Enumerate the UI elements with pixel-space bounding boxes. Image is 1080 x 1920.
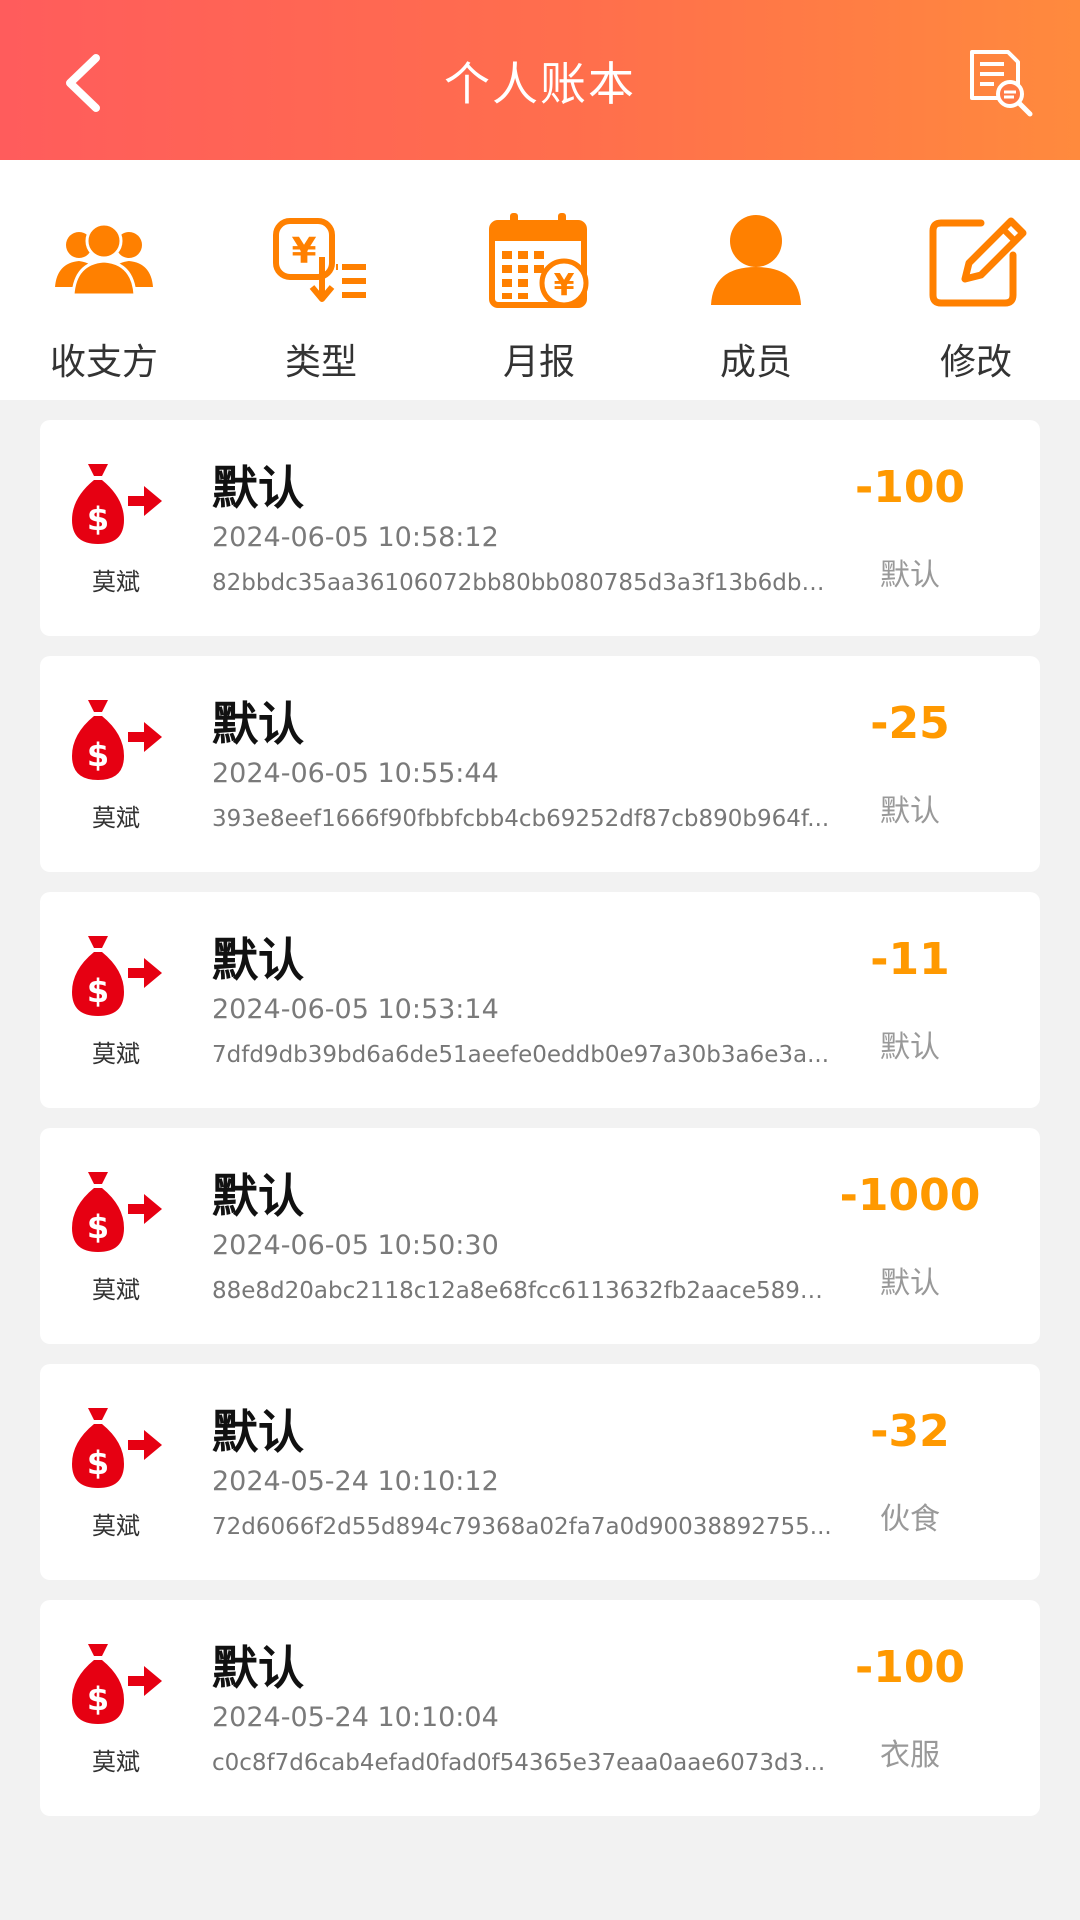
record-title: 默认 [212,461,304,515]
record-time: 2024-06-05 10:53:14 [212,994,499,1025]
record-title: 默认 [212,1405,304,1459]
record-list: $ 莫斌 默认 2024-06-05 10:58:12 82bbdc35aa36… [40,420,1040,1836]
record-hash: 393e8eef1666f90fbbfcbb4cb69252df87cb890b… [212,806,830,832]
record-title: 默认 [212,933,304,987]
record-amount: -32 [870,1406,950,1457]
quick-label: 修改 [939,342,1012,383]
svg-text:¥: ¥ [554,268,575,303]
quick-item-counterparty[interactable]: 收支方 [34,205,174,385]
record-type: 伙食 [880,1502,940,1537]
record-card[interactable]: $ 莫斌 默认 2024-06-05 10:58:12 82bbdc35aa36… [40,420,1040,636]
svg-text:¥: ¥ [291,231,316,272]
record-card[interactable]: $ 莫斌 默认 2024-06-05 10:55:44 393e8eef1666… [40,656,1040,872]
calendar-yuan-icon: ¥ [489,213,589,308]
quick-label: 成员 [719,342,792,383]
member-name: 莫斌 [92,804,140,832]
record-hash: 88e8d20abc2118c12a8e68fcc6113632fb2aace5… [212,1278,832,1304]
money-bag-out-icon: $ [72,1408,162,1488]
record-hash: 82bbdc35aa36106072bb80bb080785d3a3f13b6d… [212,570,832,596]
quick-actions-bar: 收支方 ¥ 类型 ¥ 月报 成员 修改 [0,160,1080,400]
record-time: 2024-05-24 10:10:04 [212,1702,499,1733]
member-name: 莫斌 [92,1276,140,1304]
record-amount: -25 [870,698,950,749]
people-group-icon [55,222,153,297]
quick-label: 月报 [502,342,575,383]
svg-text:$: $ [87,972,109,1010]
quick-item-monthly-report[interactable]: ¥ 月报 [469,205,609,385]
record-card[interactable]: $ 莫斌 默认 2024-06-05 10:53:14 7dfd9db39bd6… [40,892,1040,1108]
svg-text:$: $ [87,1444,109,1482]
app-header: 个人账本 [0,0,1080,160]
record-time: 2024-05-24 10:10:12 [212,1466,499,1497]
record-title: 默认 [212,697,304,751]
svg-text:$: $ [87,500,109,538]
record-type: 默认 [880,1030,940,1065]
svg-text:$: $ [87,1680,109,1718]
document-search-icon [970,50,1033,117]
edit-pencil-icon [929,217,1027,307]
member-name: 莫斌 [92,1040,140,1068]
money-bag-out-icon: $ [72,1172,162,1252]
quick-label: 类型 [284,342,357,383]
record-card[interactable]: $ 莫斌 默认 2024-05-24 10:10:12 72d6066f2d55… [40,1364,1040,1580]
quick-item-members[interactable]: 成员 [686,205,826,385]
quick-item-edit[interactable]: 修改 [906,205,1046,385]
member-name: 莫斌 [92,1748,140,1776]
member-name: 莫斌 [92,1512,140,1540]
money-bag-out-icon: $ [72,1644,162,1724]
money-bag-out-icon: $ [72,464,162,544]
search-records-button[interactable] [964,48,1036,120]
svg-text:$: $ [87,1208,109,1246]
money-bag-out-icon: $ [72,700,162,780]
record-amount: -11 [870,934,950,985]
record-time: 2024-06-05 10:58:12 [212,522,499,553]
money-bag-out-icon: $ [72,936,162,1016]
record-time: 2024-06-05 10:50:30 [212,1230,499,1261]
record-card[interactable]: $ 莫斌 默认 2024-06-05 10:50:30 88e8d20abc21… [40,1128,1040,1344]
person-icon [711,215,801,305]
record-amount: -1000 [839,1170,981,1221]
record-time: 2024-06-05 10:55:44 [212,758,499,789]
record-hash: 7dfd9db39bd6a6de51aeefe0eddb0e97a30b3a6e… [212,1042,830,1068]
record-card[interactable]: $ 莫斌 默认 2024-05-24 10:10:04 c0c8f7d6cab4… [40,1600,1040,1816]
record-type: 默认 [880,794,940,829]
record-type: 默认 [880,558,940,593]
quick-item-category[interactable]: ¥ 类型 [251,205,391,385]
member-name: 莫斌 [92,568,140,596]
svg-text:$: $ [87,736,109,774]
record-title: 默认 [212,1641,304,1695]
record-amount: -100 [854,1642,966,1693]
record-title: 默认 [212,1169,304,1223]
record-amount: -100 [854,462,966,513]
record-type: 衣服 [880,1738,940,1773]
record-hash: 72d6066f2d55d894c79368a02fa7a0d900388927… [212,1514,832,1540]
page-title: 个人账本 [444,57,636,111]
record-hash: c0c8f7d6cab4efad0fad0f54365e37eaa0aae607… [212,1750,826,1776]
yuan-sort-icon: ¥ [273,218,366,302]
quick-label: 收支方 [49,342,158,383]
record-type: 默认 [880,1266,940,1301]
